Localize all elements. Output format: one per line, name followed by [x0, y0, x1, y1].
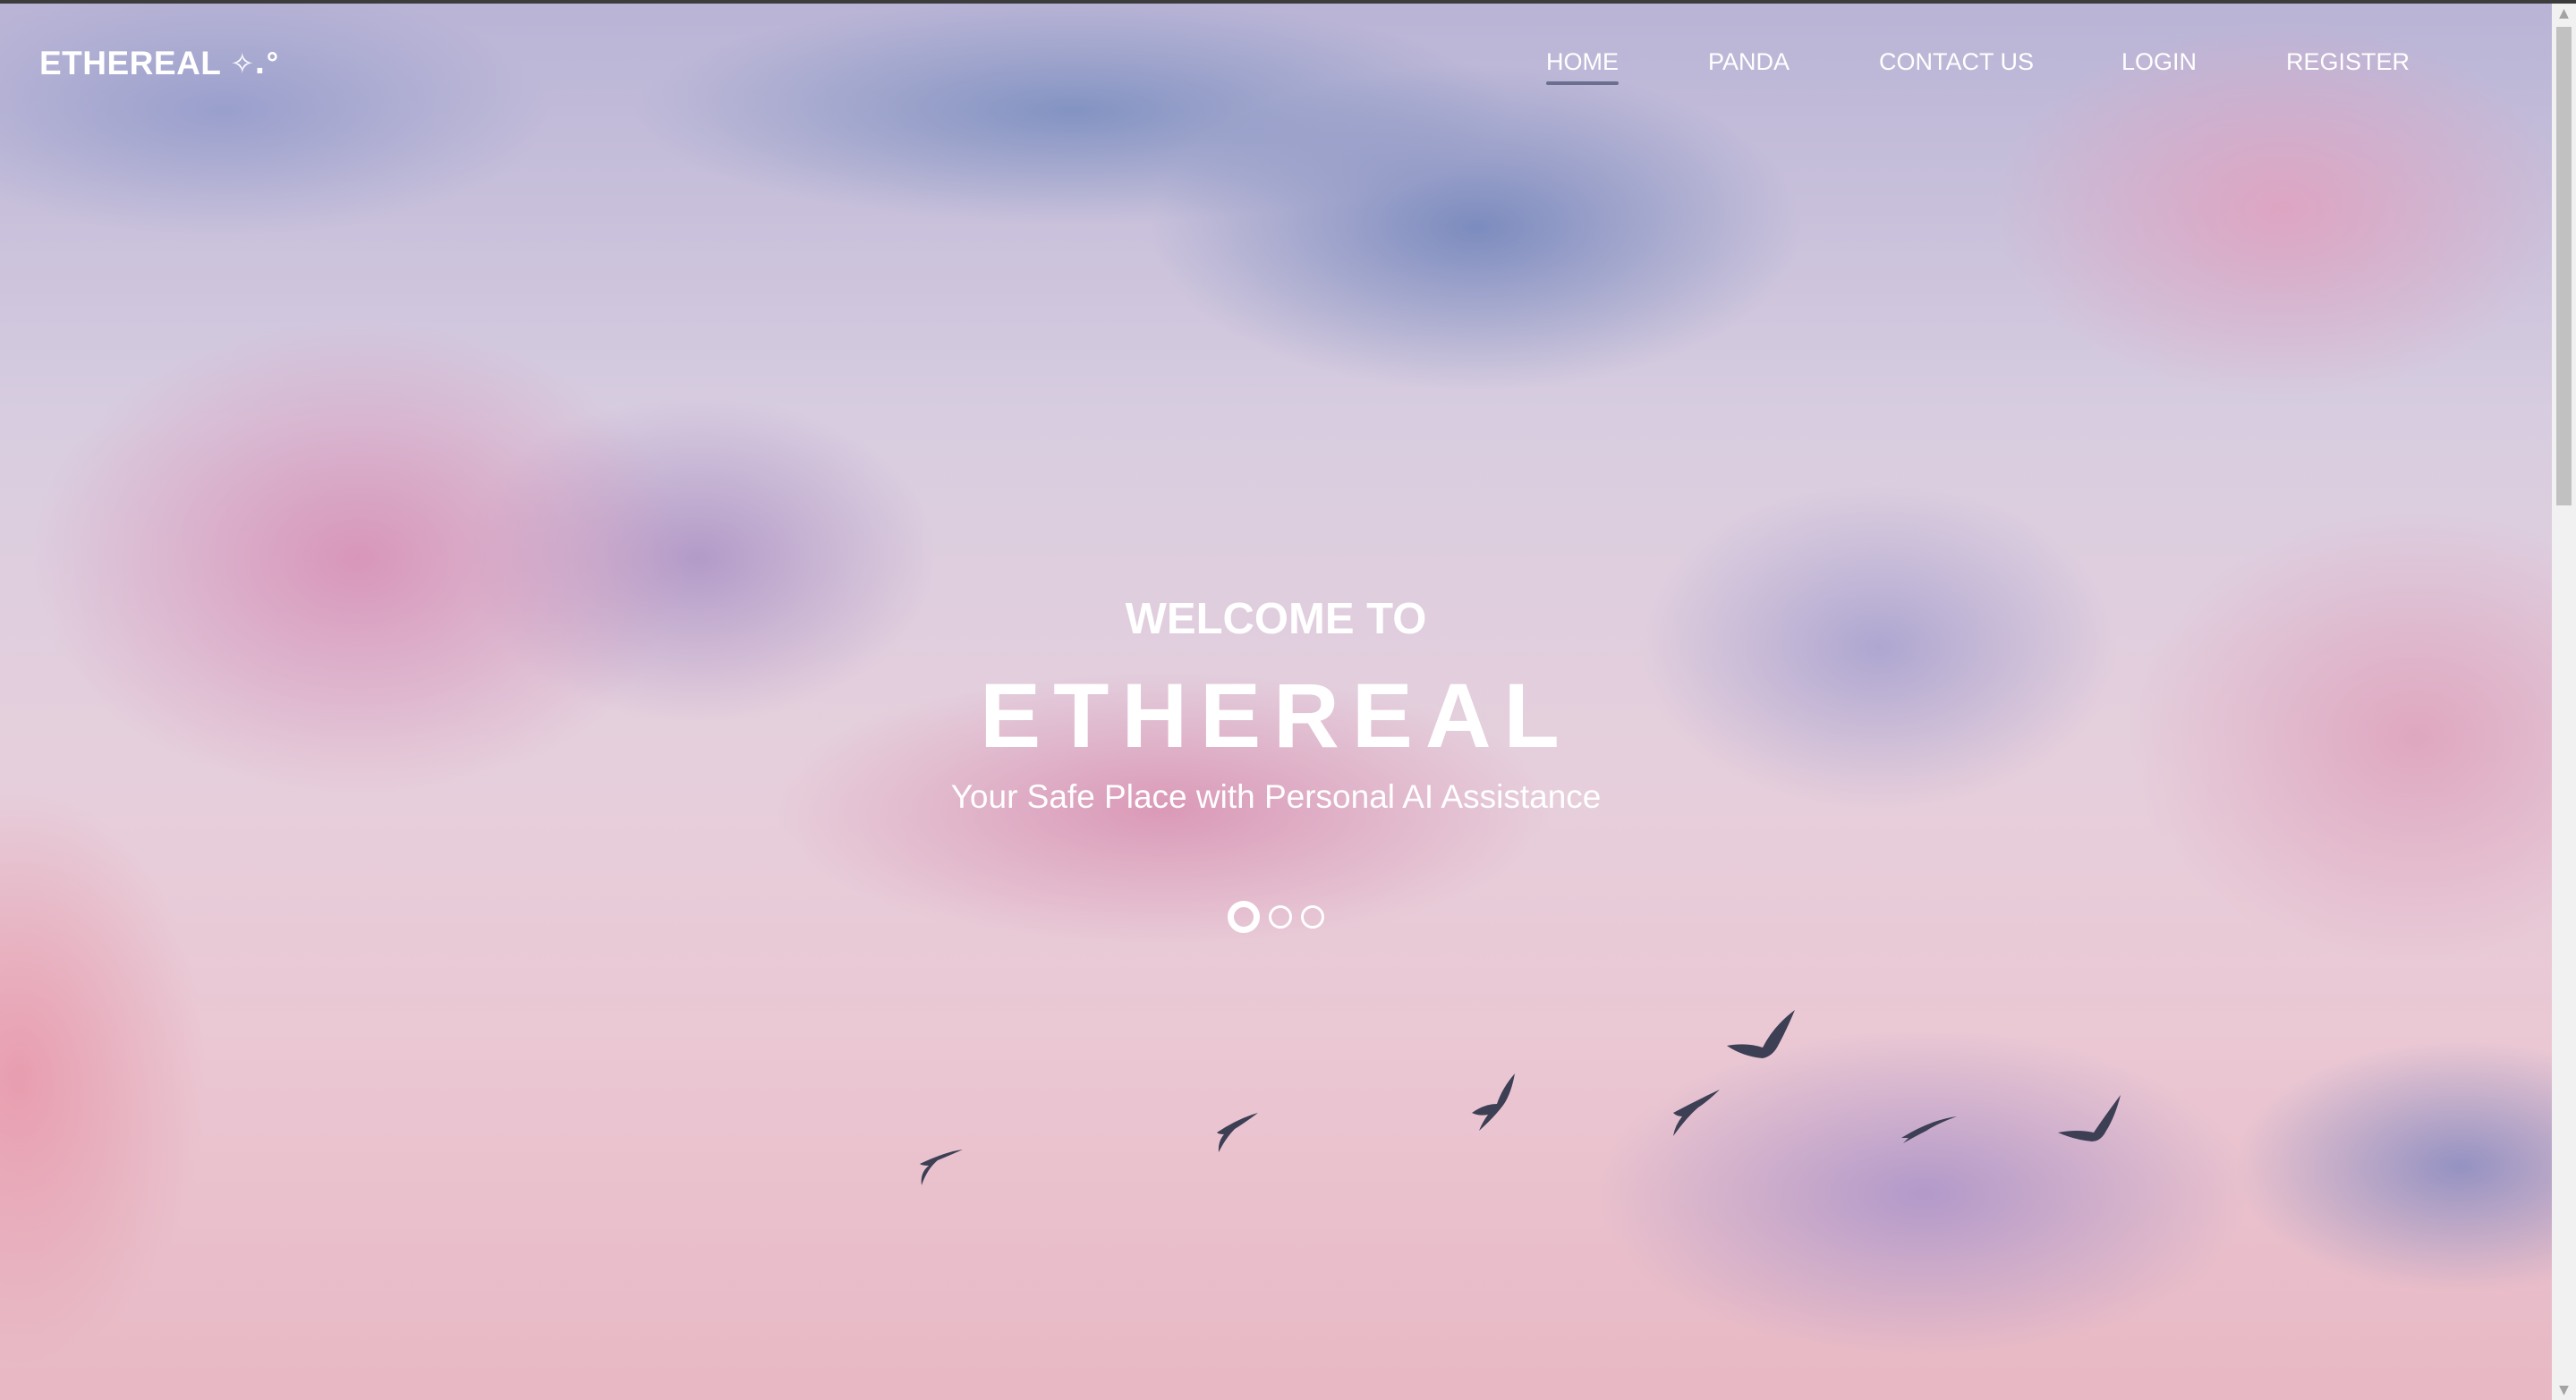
nav-home[interactable]: HOME: [1546, 48, 1619, 85]
bird-icon: [2058, 1095, 2121, 1141]
nav-contact-us[interactable]: CONTACT US: [1879, 48, 2034, 76]
bird-icon: [1901, 1116, 1957, 1143]
sparkle-icon: ✧.°: [230, 47, 280, 81]
hero-section: ETHEREAL ✧.° HOME PANDA CONTACT US LOGIN…: [0, 4, 2552, 1400]
window-top-border: [0, 0, 2576, 4]
bird-icon: [1472, 1073, 1515, 1131]
carousel-dot-1[interactable]: [1228, 901, 1260, 933]
tagline: Your Safe Place with Personal AI Assista…: [950, 778, 1602, 815]
bird-icon: [920, 1150, 963, 1185]
scrollbar-thumb[interactable]: [2556, 27, 2572, 505]
logo-text: ETHEREAL: [39, 45, 222, 81]
vertical-scrollbar[interactable]: ▲ ▼: [2552, 4, 2576, 1400]
bird-icon: [1673, 1090, 1720, 1136]
nav-panda[interactable]: PANDA: [1708, 48, 1790, 76]
carousel-dot-2[interactable]: [1269, 905, 1292, 929]
scroll-down-arrow-icon[interactable]: ▼: [2552, 1380, 2576, 1400]
carousel-indicators: [0, 901, 2552, 933]
welcome-heading: WELCOME TO: [1125, 595, 1427, 643]
bird-icon: [1727, 1010, 1795, 1058]
brand-title: ETHEREAL: [980, 665, 1572, 767]
nav-register[interactable]: REGISTER: [2286, 48, 2410, 76]
browser-viewport: ETHEREAL ✧.° HOME PANDA CONTACT US LOGIN…: [0, 0, 2576, 1400]
bird-icon: [1217, 1113, 1258, 1152]
nav-login[interactable]: LOGIN: [2121, 48, 2197, 76]
carousel-dot-3[interactable]: [1301, 905, 1324, 929]
scroll-up-arrow-icon[interactable]: ▲: [2552, 4, 2576, 23]
brand-logo[interactable]: ETHEREAL ✧.°: [39, 45, 279, 82]
